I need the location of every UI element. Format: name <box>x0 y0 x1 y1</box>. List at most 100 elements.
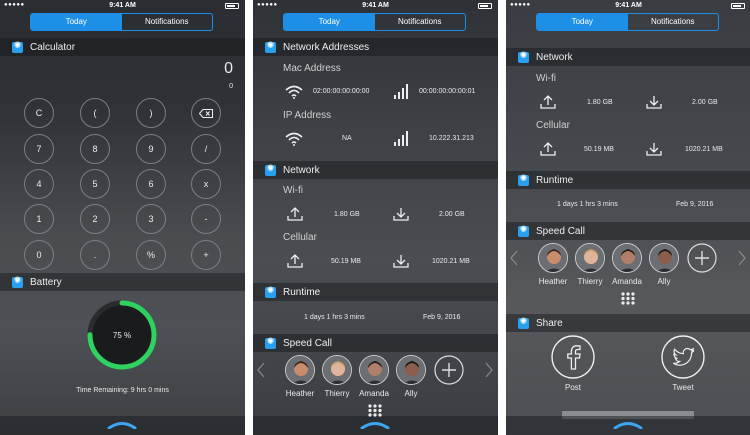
screen-network-share: ●●●●● 9:41 AM Today Notifications Networ… <box>506 0 750 435</box>
cellular-upload: 50.19 MB <box>584 146 614 153</box>
runtime-header[interactable]: Runtime <box>506 171 750 189</box>
calculator-key[interactable]: ( <box>80 98 110 128</box>
speed-call-header[interactable]: Speed Call <box>253 334 498 352</box>
calculator-key[interactable]: 5 <box>80 169 110 199</box>
speed-call-header[interactable]: Speed Call <box>506 222 750 240</box>
calculator-key[interactable]: + <box>191 240 221 270</box>
upload-icon <box>287 254 303 268</box>
tweet-label: Tweet <box>672 383 694 392</box>
calculator-display: 0 <box>224 60 233 77</box>
network-addresses-app-icon <box>265 40 276 53</box>
runtime-uptime: 1 days 1 hrs 3 mins <box>557 201 618 208</box>
mac-address-label: Mac Address <box>283 63 341 74</box>
network-app-icon <box>518 50 529 63</box>
backspace-button[interactable] <box>191 98 221 128</box>
contact-avatar[interactable] <box>285 355 315 385</box>
calculator-key[interactable]: 7 <box>24 134 54 164</box>
tab-notifications[interactable]: Notifications <box>375 14 466 30</box>
add-contact-button[interactable] <box>434 355 464 385</box>
battery-remaining: Time Remaining: 9 hrs 0 mins <box>76 387 169 394</box>
runtime-uptime: 1 days 1 hrs 3 mins <box>304 314 365 321</box>
grabber-icon[interactable] <box>360 421 390 429</box>
post-label: Post <box>564 383 581 392</box>
calculator-key[interactable]: . <box>80 240 110 270</box>
calculator-key[interactable]: / <box>191 134 221 164</box>
segmented-control: Today Notifications <box>536 13 719 31</box>
network-header[interactable]: Network <box>253 161 498 179</box>
contact-avatar[interactable] <box>649 243 679 273</box>
battery-percent: 75 % <box>112 331 132 340</box>
network-addresses-header[interactable]: Network Addresses <box>253 38 498 56</box>
mac-cell-value: 00:00:00:00:00:01 <box>419 88 476 95</box>
calculator-key[interactable]: 9 <box>136 134 166 164</box>
upload-icon <box>540 142 556 156</box>
calculator-key[interactable]: 0 <box>24 240 54 270</box>
tab-notifications[interactable]: Notifications <box>122 14 213 30</box>
grabber-icon[interactable] <box>107 421 137 429</box>
mac-wifi-value: 02:00:00:00:00:00 <box>313 88 370 95</box>
runtime-date: Feb 9, 2016 <box>423 314 461 321</box>
cellular-icon <box>394 131 408 146</box>
calculator-key[interactable]: 4 <box>24 169 54 199</box>
twitter-icon <box>672 347 695 366</box>
chevron-right-icon[interactable] <box>738 250 746 266</box>
grabber-icon[interactable] <box>613 421 643 429</box>
network-title: Network <box>283 164 320 176</box>
keypad-icon[interactable] <box>368 404 382 417</box>
wifi-download: 2.00 GB <box>692 99 718 106</box>
contact-avatar[interactable] <box>359 355 389 385</box>
wifi-upload: 1.80 GB <box>334 211 360 218</box>
calculator-key[interactable]: 3 <box>136 204 166 234</box>
battery-status-icon <box>478 3 492 9</box>
upload-icon <box>287 207 303 221</box>
add-contact-button[interactable] <box>687 243 717 273</box>
runtime-title: Runtime <box>283 286 321 298</box>
cellular-download: 1020.21 MB <box>685 146 723 153</box>
download-icon <box>393 208 409 221</box>
chevron-left-icon[interactable] <box>510 250 518 266</box>
calculator-key[interactable]: - <box>191 204 221 234</box>
ip-wifi-value: NA <box>342 135 352 142</box>
chevron-left-icon[interactable] <box>257 362 265 378</box>
contact-avatar[interactable] <box>575 243 605 273</box>
download-icon <box>393 255 409 268</box>
calculator-key[interactable]: 8 <box>80 134 110 164</box>
calculator-key[interactable]: C <box>24 98 54 128</box>
runtime-header[interactable]: Runtime <box>253 283 498 301</box>
runtime-app-icon <box>518 173 529 186</box>
tab-today[interactable]: Today <box>31 14 122 30</box>
tab-today[interactable]: Today <box>284 14 375 30</box>
contact-avatar[interactable] <box>396 355 426 385</box>
battery-status-icon <box>225 3 239 9</box>
calculator-memory: 0 <box>229 83 233 90</box>
runtime-title: Runtime <box>536 174 574 186</box>
battery-status-icon <box>731 3 745 9</box>
chevron-right-icon[interactable] <box>485 362 493 378</box>
calculator-widget-header[interactable]: Calculator <box>0 38 245 56</box>
tab-notifications[interactable]: Notifications <box>628 14 719 30</box>
share-app-icon <box>518 316 529 329</box>
contact-avatar[interactable] <box>612 243 642 273</box>
calculator-key[interactable]: x <box>191 169 221 199</box>
contact-avatar[interactable] <box>538 243 568 273</box>
network-header[interactable]: Network <box>506 48 750 66</box>
keypad-icon[interactable] <box>621 292 635 305</box>
calculator-key[interactable]: 6 <box>136 169 166 199</box>
contact-avatar[interactable] <box>322 355 352 385</box>
calculator-key[interactable]: 2 <box>80 204 110 234</box>
wifi-icon <box>285 85 303 99</box>
status-bar: ●●●●● 9:41 AM <box>253 0 498 12</box>
ip-address-label: IP Address <box>283 110 332 121</box>
status-bar: ●●●●● 9:41 AM <box>506 0 750 12</box>
battery-widget-header[interactable]: Battery <box>0 273 245 291</box>
calculator-key[interactable]: 1 <box>24 204 54 234</box>
network-app-icon <box>265 163 276 176</box>
status-time: 9:41 AM <box>109 2 136 9</box>
twitter-tweet-button[interactable] <box>661 335 705 379</box>
share-header[interactable]: Share <box>506 314 750 332</box>
calculator-key[interactable]: % <box>136 240 166 270</box>
wifi-icon <box>285 132 303 146</box>
facebook-post-button[interactable] <box>551 335 595 379</box>
calculator-key[interactable]: ) <box>136 98 166 128</box>
tab-today[interactable]: Today <box>537 14 628 30</box>
